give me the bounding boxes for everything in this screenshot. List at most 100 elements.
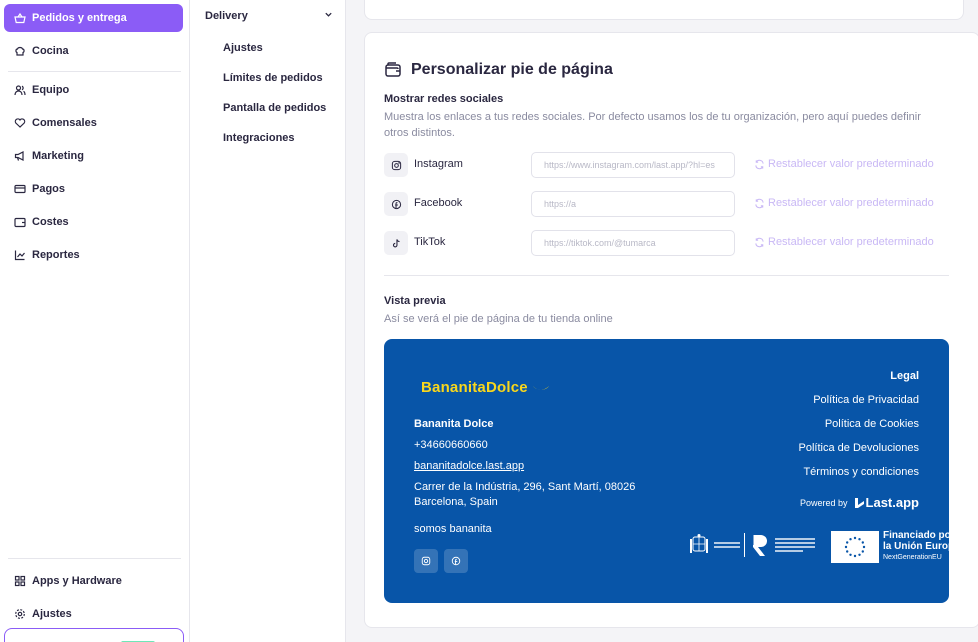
facebook-url-input[interactable]: [531, 191, 735, 217]
preview-address-line-2: Barcelona, Spain: [414, 496, 498, 508]
powered-by-label: Powered by: [800, 497, 848, 508]
cookies-policy-link[interactable]: Política de Cookies: [825, 418, 919, 430]
banana-icon: [533, 386, 550, 390]
eu-line-2: la Unión Europea: [883, 541, 949, 552]
preview-website-link[interactable]: bananitadolce.last.app: [414, 460, 524, 472]
divider: [8, 71, 181, 72]
social-section-label: Mostrar redes sociales: [384, 93, 504, 105]
reset-facebook-button[interactable]: Restablecer valor predeterminado: [754, 197, 934, 209]
nav-item-comensales[interactable]: Comensales: [4, 109, 183, 137]
credit-card-icon: [14, 183, 26, 195]
social-section-description-line-2: otros distintos.: [384, 127, 455, 139]
reset-label: Restablecer valor predeterminado: [768, 236, 934, 248]
social-name: TikTok: [414, 236, 446, 248]
recovery-plan-text-block: [775, 536, 815, 554]
nav-item-equipo[interactable]: Equipo: [4, 76, 183, 104]
nav-item-pedidos-y-entrega[interactable]: Pedidos y entrega: [4, 4, 183, 32]
main-sidebar: Pedidos y entrega Cocina Equipo Comensal…: [0, 0, 190, 642]
reset-label: Restablecer valor predeterminado: [768, 158, 934, 170]
card-title-text: Personalizar pie de página: [411, 61, 613, 78]
reset-instagram-button[interactable]: Restablecer valor predeterminado: [754, 158, 934, 170]
tiktok-icon: [384, 231, 408, 255]
ministry-text-block: [714, 539, 740, 551]
social-name: Facebook: [414, 197, 463, 209]
footer-settings-card: Personalizar pie de página Mostrar redes…: [364, 32, 978, 628]
subnav-item-limites-de-pedidos[interactable]: Límites de pedidos: [223, 72, 323, 84]
spain-coat-of-arms-icon: [690, 534, 708, 553]
subnav-item-integraciones[interactable]: Integraciones: [223, 132, 295, 144]
eu-line-3: NextGenerationEU: [883, 554, 942, 561]
chevron-down-icon: [324, 10, 333, 22]
logo-divider: [744, 533, 745, 557]
nav-item-ajustes[interactable]: Ajustes: [4, 600, 183, 628]
social-row-instagram: Instagram Restablecer valor predetermina…: [384, 152, 944, 178]
lastapp-logo: Last.app: [854, 495, 919, 510]
preview-section-description: Así se verá el pie de página de tu tiend…: [384, 313, 613, 325]
social-row-facebook: Facebook Restablecer valor predeterminad…: [384, 191, 944, 217]
plan-box[interactable]: [4, 628, 184, 642]
nav-item-label: Ajustes: [32, 608, 72, 620]
nav-item-label: Pedidos y entrega: [32, 12, 127, 24]
brand-logo-text: BananitaDolce: [421, 379, 528, 396]
previous-card: [364, 0, 964, 20]
basket-icon: [14, 12, 26, 24]
terms-link[interactable]: Términos y condiciones: [803, 466, 919, 478]
returns-policy-link[interactable]: Política de Devoluciones: [799, 442, 919, 454]
main-content: Personalizar pie de página Mostrar redes…: [346, 0, 978, 642]
nav-item-reportes[interactable]: Reportes: [4, 241, 183, 269]
eu-flag-icon: [831, 530, 879, 563]
chart-icon: [14, 249, 26, 261]
preview-business-name: Bananita Dolce: [414, 418, 494, 430]
social-row-tiktok: TikTok Restablecer valor predeterminado: [384, 230, 944, 256]
eu-funding-logo: Financiado por la Unión Europea NextGene…: [831, 530, 949, 563]
subnav-item-pantalla-de-pedidos[interactable]: Pantalla de pedidos: [223, 102, 326, 114]
privacy-policy-link[interactable]: Política de Privacidad: [813, 394, 919, 406]
megaphone-icon: [14, 150, 26, 162]
tiktok-url-input[interactable]: [531, 230, 735, 256]
nav-item-label: Cocina: [32, 45, 69, 57]
nav-item-label: Equipo: [32, 84, 70, 96]
refresh-icon: [754, 198, 765, 209]
facebook-icon: [384, 192, 408, 216]
eu-line-1: Financiado por: [883, 530, 949, 541]
instagram-icon: [384, 153, 408, 177]
divider: [8, 558, 181, 559]
recovery-plan-r-logo-icon: [752, 535, 767, 556]
reset-tiktok-button[interactable]: Restablecer valor predeterminado: [754, 236, 934, 248]
instagram-url-input[interactable]: [531, 152, 735, 178]
nav-item-costes[interactable]: Costes: [4, 208, 183, 236]
users-icon: [14, 84, 26, 96]
heart-hand-icon: [14, 117, 26, 129]
subnav-item-ajustes[interactable]: Ajustes: [223, 42, 263, 54]
nav-item-label: Marketing: [32, 150, 84, 162]
social-section-description-line-1: Muestra los enlaces a tus redes sociales…: [384, 111, 921, 123]
apps-icon: [14, 575, 26, 587]
card-title: Personalizar pie de página: [384, 61, 613, 79]
nav-item-label: Pagos: [32, 183, 66, 195]
preview-phone: +34660660660: [414, 439, 488, 451]
subnav-header-label: Delivery: [205, 10, 248, 22]
nav-item-pagos[interactable]: Pagos: [4, 175, 183, 203]
social-name: Instagram: [414, 158, 463, 170]
preview-instagram-icon[interactable]: [414, 549, 438, 573]
wallet-icon: [14, 216, 26, 228]
nav-item-marketing[interactable]: Marketing: [4, 142, 183, 170]
eu-funding-text: Financiado por la Unión Europea NextGene…: [883, 530, 949, 563]
government-logos: [688, 533, 815, 557]
subnav-delivery-toggle[interactable]: Delivery: [205, 10, 333, 22]
chef-hat-icon: [14, 45, 26, 57]
refresh-icon: [754, 237, 765, 248]
footer-preview: BananitaDolce Bananita Dolce +3466066066…: [384, 339, 949, 603]
reset-label: Restablecer valor predeterminado: [768, 197, 934, 209]
nav-item-label: Apps y Hardware: [32, 575, 122, 587]
nav-item-label: Reportes: [32, 249, 80, 261]
lastapp-logo-text: Last.app: [865, 495, 919, 510]
sub-navigation: Delivery Ajustes Límites de pedidos Pant…: [190, 0, 346, 642]
powered-by: Powered by Last.app: [800, 495, 919, 510]
nav-item-apps-y-hardware[interactable]: Apps y Hardware: [4, 567, 183, 595]
preview-facebook-icon[interactable]: [444, 549, 468, 573]
lastapp-logo-icon: [854, 497, 864, 508]
nav-item-label: Costes: [32, 216, 69, 228]
nav-item-cocina[interactable]: Cocina: [4, 37, 183, 65]
brand-logo: BananitaDolce: [421, 379, 550, 396]
